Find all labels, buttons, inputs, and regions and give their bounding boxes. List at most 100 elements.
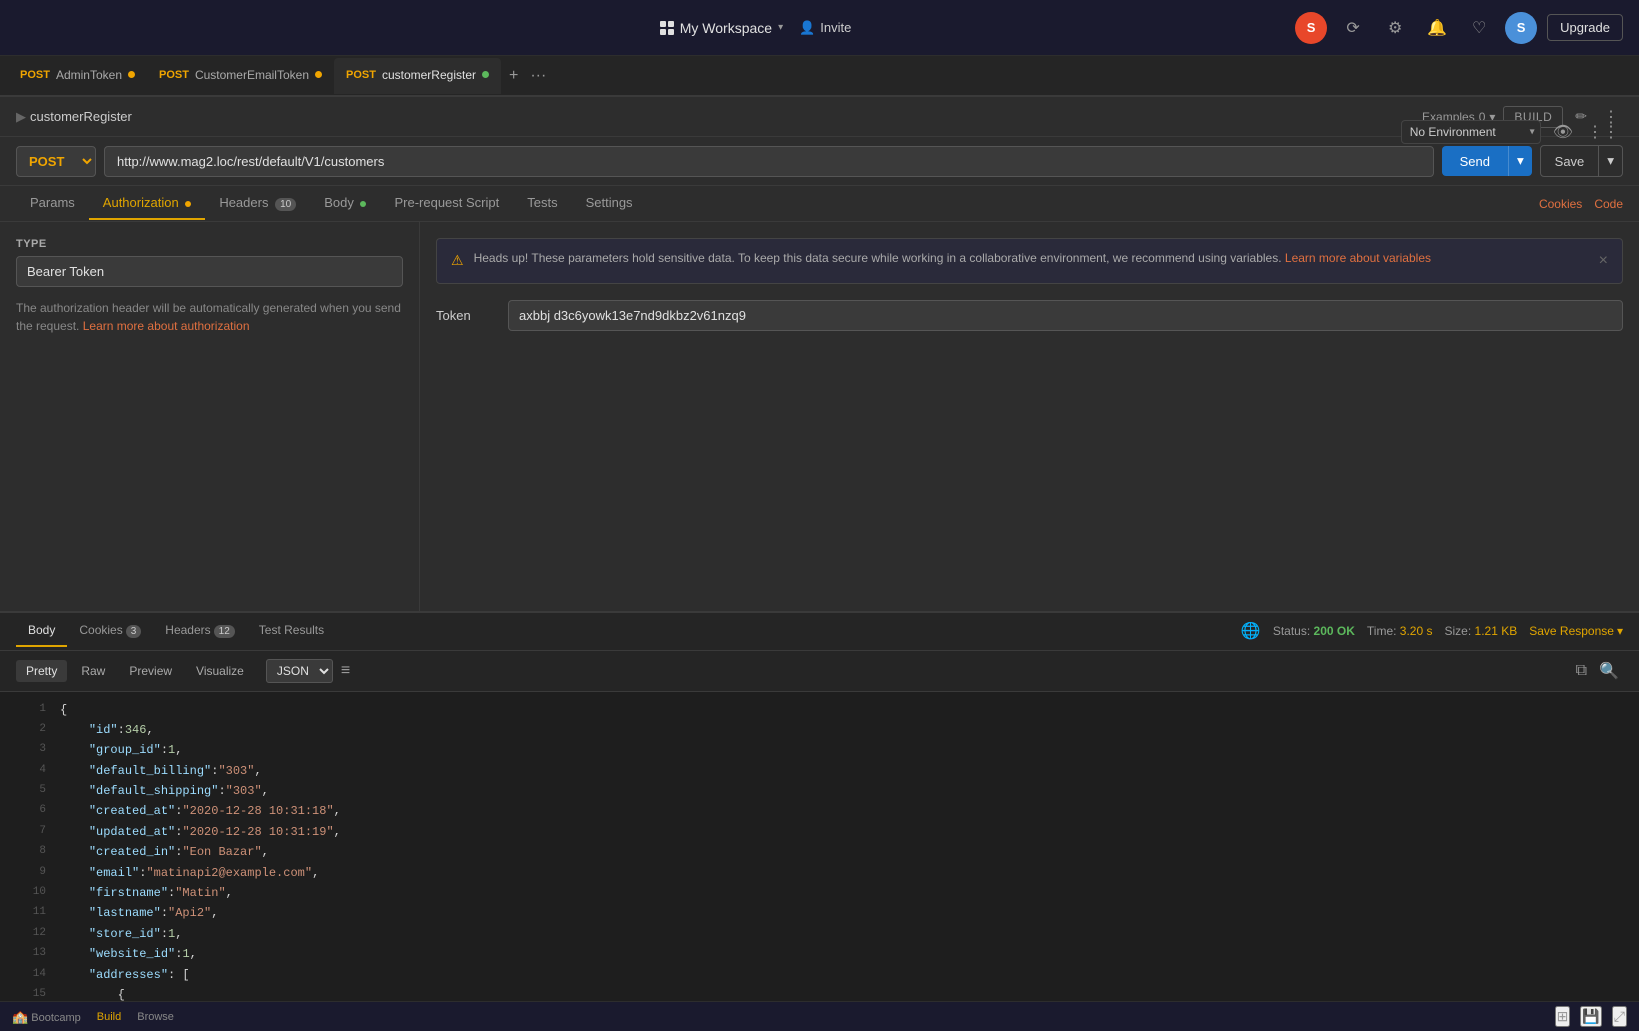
code-line-1: 1{ <box>16 700 1623 720</box>
type-select[interactable]: Bearer Token <box>16 256 403 287</box>
grid-icon <box>660 21 674 35</box>
add-tab-button[interactable]: + <box>505 63 522 89</box>
method-label: POST <box>20 69 50 81</box>
status-value: 200 OK <box>1314 624 1355 638</box>
code-line-8: 8 "created_in": "Eon Bazar", <box>16 842 1623 862</box>
pretty-button[interactable]: Pretty <box>16 660 67 682</box>
code-line-5: 5 "default_shipping": "303", <box>16 781 1623 801</box>
type-label: TYPE <box>16 238 403 250</box>
auth-dot <box>185 201 191 207</box>
fmt-icons: ⧉ 🔍 <box>1572 657 1623 685</box>
tab-name: CustomerEmailToken <box>195 68 309 82</box>
refresh-icon[interactable]: ⟳ <box>1337 12 1369 44</box>
indent-icon[interactable]: ≡ <box>337 658 354 684</box>
heart-icon[interactable]: ♡ <box>1463 12 1495 44</box>
tab-body[interactable]: Body <box>310 187 380 220</box>
bottom-bar-icons: ⊞ 💾 ⤢ <box>1555 1006 1627 1027</box>
invite-button[interactable]: 👤 Invite <box>799 20 851 36</box>
visualize-button[interactable]: Visualize <box>186 660 254 682</box>
breadcrumb-text: customerRegister <box>30 109 132 124</box>
unsaved-dot <box>315 71 322 78</box>
code-line-14: 14 "addresses": [ <box>16 965 1623 985</box>
more-tabs-button[interactable]: ··· <box>526 63 550 89</box>
token-input[interactable] <box>508 300 1623 331</box>
nav-tabs: Params Authorization Headers 10 Body Pre… <box>0 186 1639 222</box>
settings-icon[interactable]: ⚙ <box>1379 12 1411 44</box>
chevron-down-icon: ▾ <box>778 22 783 33</box>
upgrade-button[interactable]: Upgrade <box>1547 14 1623 41</box>
cookies-count: 3 <box>126 625 142 638</box>
tab-authorization[interactable]: Authorization <box>89 187 206 220</box>
auth-description: The authorization header will be automat… <box>16 299 403 335</box>
code-line-12: 12 "store_id": 1, <box>16 924 1623 944</box>
body-dot <box>360 201 366 207</box>
tab-customer-register[interactable]: POST customerRegister <box>334 58 501 94</box>
build-link[interactable]: Build <box>97 1011 121 1023</box>
globe-icon: 🌐 <box>1241 621 1261 641</box>
format-select[interactable]: JSON <box>266 659 333 683</box>
code-link[interactable]: Code <box>1594 197 1623 211</box>
env-more-icon[interactable]: ⋮⋮ <box>1583 118 1623 146</box>
search-icon[interactable]: 🔍 <box>1595 657 1623 685</box>
env-eye-icon[interactable]: 👁 <box>1549 118 1577 146</box>
tab-actions: + ··· <box>505 63 550 89</box>
env-bar: No Environment ▾ 👁 ⋮⋮ <box>1385 112 1639 152</box>
raw-button[interactable]: Raw <box>71 660 115 682</box>
tab-admin-token[interactable]: POST AdminToken <box>8 58 147 94</box>
code-view: 1{ 2 "id": 346, 3 "group_id": 1, 4 "defa… <box>0 692 1639 1002</box>
size-label: Size: 1.21 KB <box>1445 624 1518 638</box>
environment-select[interactable]: No Environment <box>1401 120 1541 144</box>
bottom-bar: 🏫 Bootcamp Build Browse ⊞ 💾 ⤢ <box>0 1001 1639 1031</box>
invite-label: Invite <box>820 20 851 35</box>
response-area: Body Cookies3 Headers12 Test Results 🌐 S… <box>0 612 1639 1002</box>
code-line-9: 9 "email": "matinapi2@example.com", <box>16 863 1623 883</box>
response-meta: 🌐 Status: 200 OK Time: 3.20 s Size: 1.21… <box>1241 621 1623 641</box>
method-select[interactable]: POST <box>16 146 96 177</box>
preview-button[interactable]: Preview <box>119 660 182 682</box>
workspace-label: My Workspace <box>680 20 772 36</box>
close-alert-button[interactable]: × <box>1599 249 1608 273</box>
resp-tab-test-results[interactable]: Test Results <box>247 615 336 647</box>
expand-icon[interactable]: ⤢ <box>1612 1006 1627 1027</box>
token-label: Token <box>436 308 496 323</box>
bell-icon[interactable]: 🔔 <box>1421 12 1453 44</box>
grid-view-icon[interactable]: ⊞ <box>1555 1006 1571 1027</box>
top-bar: My Workspace ▾ 👤 Invite S ⟳ ⚙ 🔔 ♡ S Upgr… <box>0 0 1639 56</box>
alert-link[interactable]: Learn more about variables <box>1285 251 1431 265</box>
breadcrumb: ▶ customerRegister <box>16 109 132 125</box>
top-bar-center: My Workspace ▾ 👤 Invite <box>660 20 852 36</box>
tab-settings[interactable]: Settings <box>572 187 647 220</box>
code-line-3: 3 "group_id": 1, <box>16 740 1623 760</box>
save-icon[interactable]: 💾 <box>1580 1006 1601 1027</box>
browse-label: Browse <box>137 1011 174 1023</box>
tab-name: customerRegister <box>382 68 476 82</box>
resp-tab-headers[interactable]: Headers12 <box>153 615 246 647</box>
method-label: POST <box>159 69 189 81</box>
tab-headers[interactable]: Headers 10 <box>205 187 310 220</box>
format-bar: Pretty Raw Preview Visualize JSON ≡ ⧉ 🔍 <box>0 651 1639 692</box>
resp-tab-body[interactable]: Body <box>16 615 67 647</box>
env-icons: 👁 ⋮⋮ <box>1549 118 1623 146</box>
tab-name: AdminToken <box>56 68 122 82</box>
code-line-15: 15 { <box>16 985 1623 1001</box>
copy-icon[interactable]: ⧉ <box>1572 657 1591 685</box>
alert-icon: ⚠ <box>451 250 464 271</box>
tab-params[interactable]: Params <box>16 187 89 220</box>
workspace-button[interactable]: My Workspace ▾ <box>660 20 783 36</box>
resp-tab-cookies[interactable]: Cookies3 <box>67 615 153 647</box>
cookies-link[interactable]: Cookies <box>1539 197 1582 211</box>
alert-box: ⚠ Heads up! These parameters hold sensit… <box>436 238 1623 284</box>
tab-tests[interactable]: Tests <box>513 187 571 220</box>
headers-count: 12 <box>214 625 235 638</box>
save-response-button[interactable]: Save Response ▾ <box>1529 624 1623 638</box>
token-panel: ⚠ Heads up! These parameters hold sensit… <box>420 222 1639 611</box>
alert-text: Heads up! These parameters hold sensitiv… <box>474 249 1431 267</box>
learn-more-link[interactable]: Learn more about authorization <box>83 319 250 333</box>
tab-pre-request[interactable]: Pre-request Script <box>380 187 513 220</box>
user-icon: 👤 <box>799 20 815 36</box>
tab-customer-email-token[interactable]: POST CustomerEmailToken <box>147 58 334 94</box>
code-line-6: 6 "created_at": "2020-12-28 10:31:18", <box>16 801 1623 821</box>
url-input[interactable] <box>104 146 1434 177</box>
token-row: Token <box>436 300 1623 331</box>
main-container: ▶ customerRegister Examples 0 ▾ BUILD ✏ … <box>0 97 1639 1001</box>
